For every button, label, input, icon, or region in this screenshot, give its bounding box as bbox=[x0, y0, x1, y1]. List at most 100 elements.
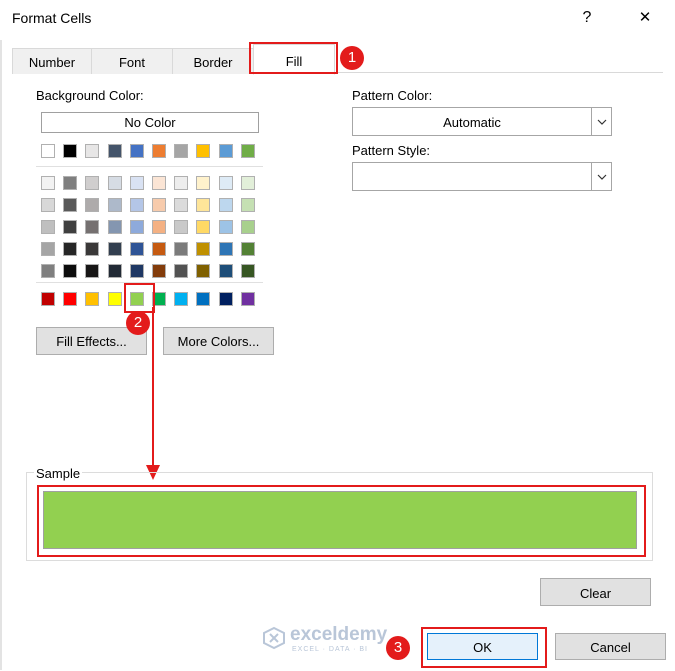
color-swatch[interactable] bbox=[174, 198, 188, 212]
ok-button[interactable]: OK bbox=[427, 633, 538, 660]
color-swatch[interactable] bbox=[41, 176, 55, 190]
pattern-style-dropdown[interactable] bbox=[352, 162, 612, 191]
tab-border[interactable]: Border bbox=[172, 48, 254, 74]
help-button[interactable]: ? bbox=[572, 4, 602, 32]
color-swatch[interactable] bbox=[41, 220, 55, 234]
color-swatch[interactable] bbox=[152, 220, 166, 234]
color-swatch[interactable] bbox=[196, 220, 210, 234]
color-swatch[interactable] bbox=[174, 292, 188, 306]
color-swatch[interactable] bbox=[152, 176, 166, 190]
dialog-title: Format Cells bbox=[12, 10, 92, 26]
color-swatch[interactable] bbox=[41, 264, 55, 278]
color-swatch[interactable] bbox=[63, 220, 77, 234]
color-swatch[interactable] bbox=[219, 144, 233, 158]
color-swatch[interactable] bbox=[85, 176, 99, 190]
ok-label: OK bbox=[473, 640, 492, 655]
pattern-color-value: Automatic bbox=[443, 115, 501, 130]
color-swatch[interactable] bbox=[63, 264, 77, 278]
color-swatch[interactable] bbox=[241, 242, 255, 256]
color-swatch[interactable] bbox=[41, 198, 55, 212]
color-swatch[interactable] bbox=[241, 176, 255, 190]
step-3-badge: 3 bbox=[386, 636, 410, 660]
color-swatch[interactable] bbox=[63, 176, 77, 190]
color-swatch[interactable] bbox=[41, 242, 55, 256]
color-swatch[interactable] bbox=[63, 292, 77, 306]
fill-effects-label: Fill Effects... bbox=[56, 334, 127, 349]
cancel-label: Cancel bbox=[590, 640, 631, 655]
color-swatch[interactable] bbox=[219, 198, 233, 212]
color-swatch[interactable] bbox=[85, 220, 99, 234]
color-swatch[interactable] bbox=[219, 242, 233, 256]
color-swatch[interactable] bbox=[108, 220, 122, 234]
color-swatch[interactable] bbox=[108, 176, 122, 190]
color-swatch[interactable] bbox=[196, 264, 210, 278]
color-swatch[interactable] bbox=[152, 242, 166, 256]
more-colors-label: More Colors... bbox=[177, 334, 260, 349]
watermark-tagline: EXCEL · DATA · BI bbox=[292, 646, 368, 653]
color-swatch[interactable] bbox=[174, 176, 188, 190]
color-swatch[interactable] bbox=[174, 144, 188, 158]
color-swatch[interactable] bbox=[108, 292, 122, 306]
background-color-label: Background Color: bbox=[36, 88, 144, 103]
color-swatch[interactable] bbox=[85, 242, 99, 256]
color-swatch[interactable] bbox=[196, 176, 210, 190]
color-swatch[interactable] bbox=[85, 292, 99, 306]
color-swatch[interactable] bbox=[196, 198, 210, 212]
color-swatch[interactable] bbox=[219, 176, 233, 190]
more-colors-button[interactable]: More Colors... bbox=[163, 327, 274, 355]
color-swatch[interactable] bbox=[63, 242, 77, 256]
color-swatch[interactable] bbox=[241, 264, 255, 278]
window-edge bbox=[0, 40, 2, 670]
step-2-badge: 2 bbox=[126, 311, 150, 335]
color-swatch[interactable] bbox=[152, 198, 166, 212]
color-swatch[interactable] bbox=[130, 242, 144, 256]
color-swatch[interactable] bbox=[219, 292, 233, 306]
color-swatch[interactable] bbox=[130, 144, 144, 158]
color-swatch[interactable] bbox=[196, 144, 210, 158]
color-swatch[interactable] bbox=[41, 144, 55, 158]
color-swatch[interactable] bbox=[196, 242, 210, 256]
color-swatch[interactable] bbox=[241, 220, 255, 234]
fill-tab-highlight bbox=[249, 42, 338, 74]
color-swatch[interactable] bbox=[219, 220, 233, 234]
chevron-down-icon[interactable] bbox=[591, 163, 611, 190]
sample-preview bbox=[43, 491, 637, 549]
color-swatch[interactable] bbox=[152, 144, 166, 158]
color-swatch[interactable] bbox=[41, 292, 55, 306]
tab-number[interactable]: Number bbox=[12, 48, 92, 74]
color-swatch[interactable] bbox=[85, 198, 99, 212]
tab-font[interactable]: Font bbox=[91, 48, 173, 74]
color-swatch[interactable] bbox=[174, 220, 188, 234]
color-swatch[interactable] bbox=[152, 264, 166, 278]
color-swatch[interactable] bbox=[174, 264, 188, 278]
pattern-color-dropdown[interactable]: Automatic bbox=[352, 107, 612, 136]
pattern-style-label: Pattern Style: bbox=[352, 143, 431, 158]
color-swatch[interactable] bbox=[241, 144, 255, 158]
cancel-button[interactable]: Cancel bbox=[555, 633, 666, 660]
color-swatch[interactable] bbox=[108, 264, 122, 278]
color-swatch[interactable] bbox=[63, 144, 77, 158]
chevron-down-icon[interactable] bbox=[591, 108, 611, 135]
color-swatch[interactable] bbox=[63, 198, 77, 212]
palette-separator bbox=[36, 166, 263, 167]
color-swatch[interactable] bbox=[85, 144, 99, 158]
color-swatch[interactable] bbox=[241, 198, 255, 212]
color-swatch[interactable] bbox=[108, 144, 122, 158]
color-swatch[interactable] bbox=[108, 198, 122, 212]
color-swatch[interactable] bbox=[219, 264, 233, 278]
color-swatch[interactable] bbox=[196, 292, 210, 306]
color-swatch[interactable] bbox=[130, 198, 144, 212]
pattern-color-label: Pattern Color: bbox=[352, 88, 433, 103]
sample-label: Sample bbox=[34, 466, 83, 481]
color-swatch[interactable] bbox=[174, 242, 188, 256]
color-swatch[interactable] bbox=[108, 242, 122, 256]
color-swatch[interactable] bbox=[130, 176, 144, 190]
exceldemy-logo-icon bbox=[263, 626, 285, 650]
color-swatch[interactable] bbox=[130, 220, 144, 234]
no-color-button[interactable]: No Color bbox=[41, 112, 259, 133]
close-button[interactable]: ✕ bbox=[630, 4, 660, 32]
color-swatch[interactable] bbox=[241, 292, 255, 306]
clear-button[interactable]: Clear bbox=[540, 578, 651, 606]
color-swatch[interactable] bbox=[85, 264, 99, 278]
color-swatch[interactable] bbox=[130, 264, 144, 278]
